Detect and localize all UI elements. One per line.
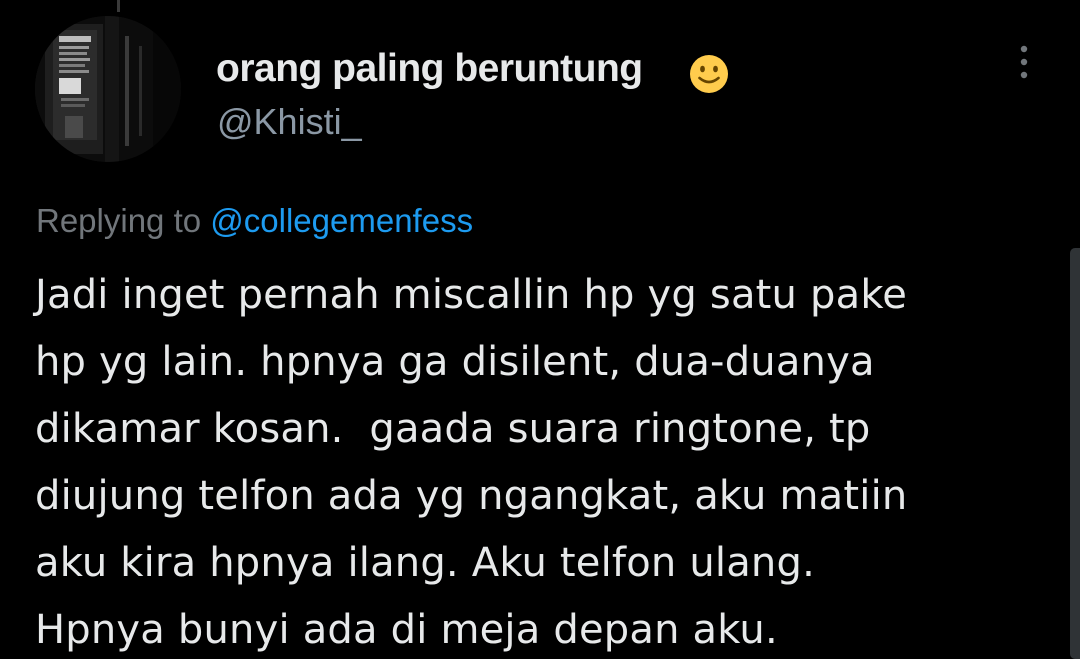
tweet-text-line: diujung telfon ada yg ngangkat, aku mati… <box>35 473 908 519</box>
slightly-smiling-face-icon <box>690 55 728 93</box>
more-options-button[interactable] <box>1004 40 1044 90</box>
avatar[interactable] <box>35 16 181 162</box>
tweet-card[interactable]: orang paling beruntung @Khisti_ Replying… <box>0 0 1080 659</box>
tweet-text-line: Jadi inget pernah miscallin hp yg satu p… <box>35 272 908 318</box>
tweet-text-line: aku kira hpnya ilang. Aku telfon ulang. <box>35 540 815 586</box>
reply-mention-link[interactable]: @collegemenfess <box>210 202 473 239</box>
tweet-text-line: hp yg lain. hpnya ga disilent, dua-duany… <box>35 339 875 385</box>
avatar-image <box>35 16 181 162</box>
tweet-text-line: Hpnya bunyi ada di meja depan aku. <box>35 607 778 653</box>
display-name[interactable]: orang paling beruntung <box>216 44 643 94</box>
user-handle[interactable]: @Khisti_ <box>217 99 362 145</box>
divider <box>117 0 120 12</box>
replying-to: Replying to @collegemenfess <box>36 198 473 244</box>
scrollbar[interactable] <box>1070 248 1080 659</box>
tweet-text-line: dikamar kosan. gaada suara ringtone, tp <box>35 406 871 452</box>
more-options-icon <box>1020 45 1028 79</box>
replying-to-label: Replying to <box>36 202 202 239</box>
tweet-text: Jadi inget pernah miscallin hp yg satu p… <box>35 262 1055 659</box>
